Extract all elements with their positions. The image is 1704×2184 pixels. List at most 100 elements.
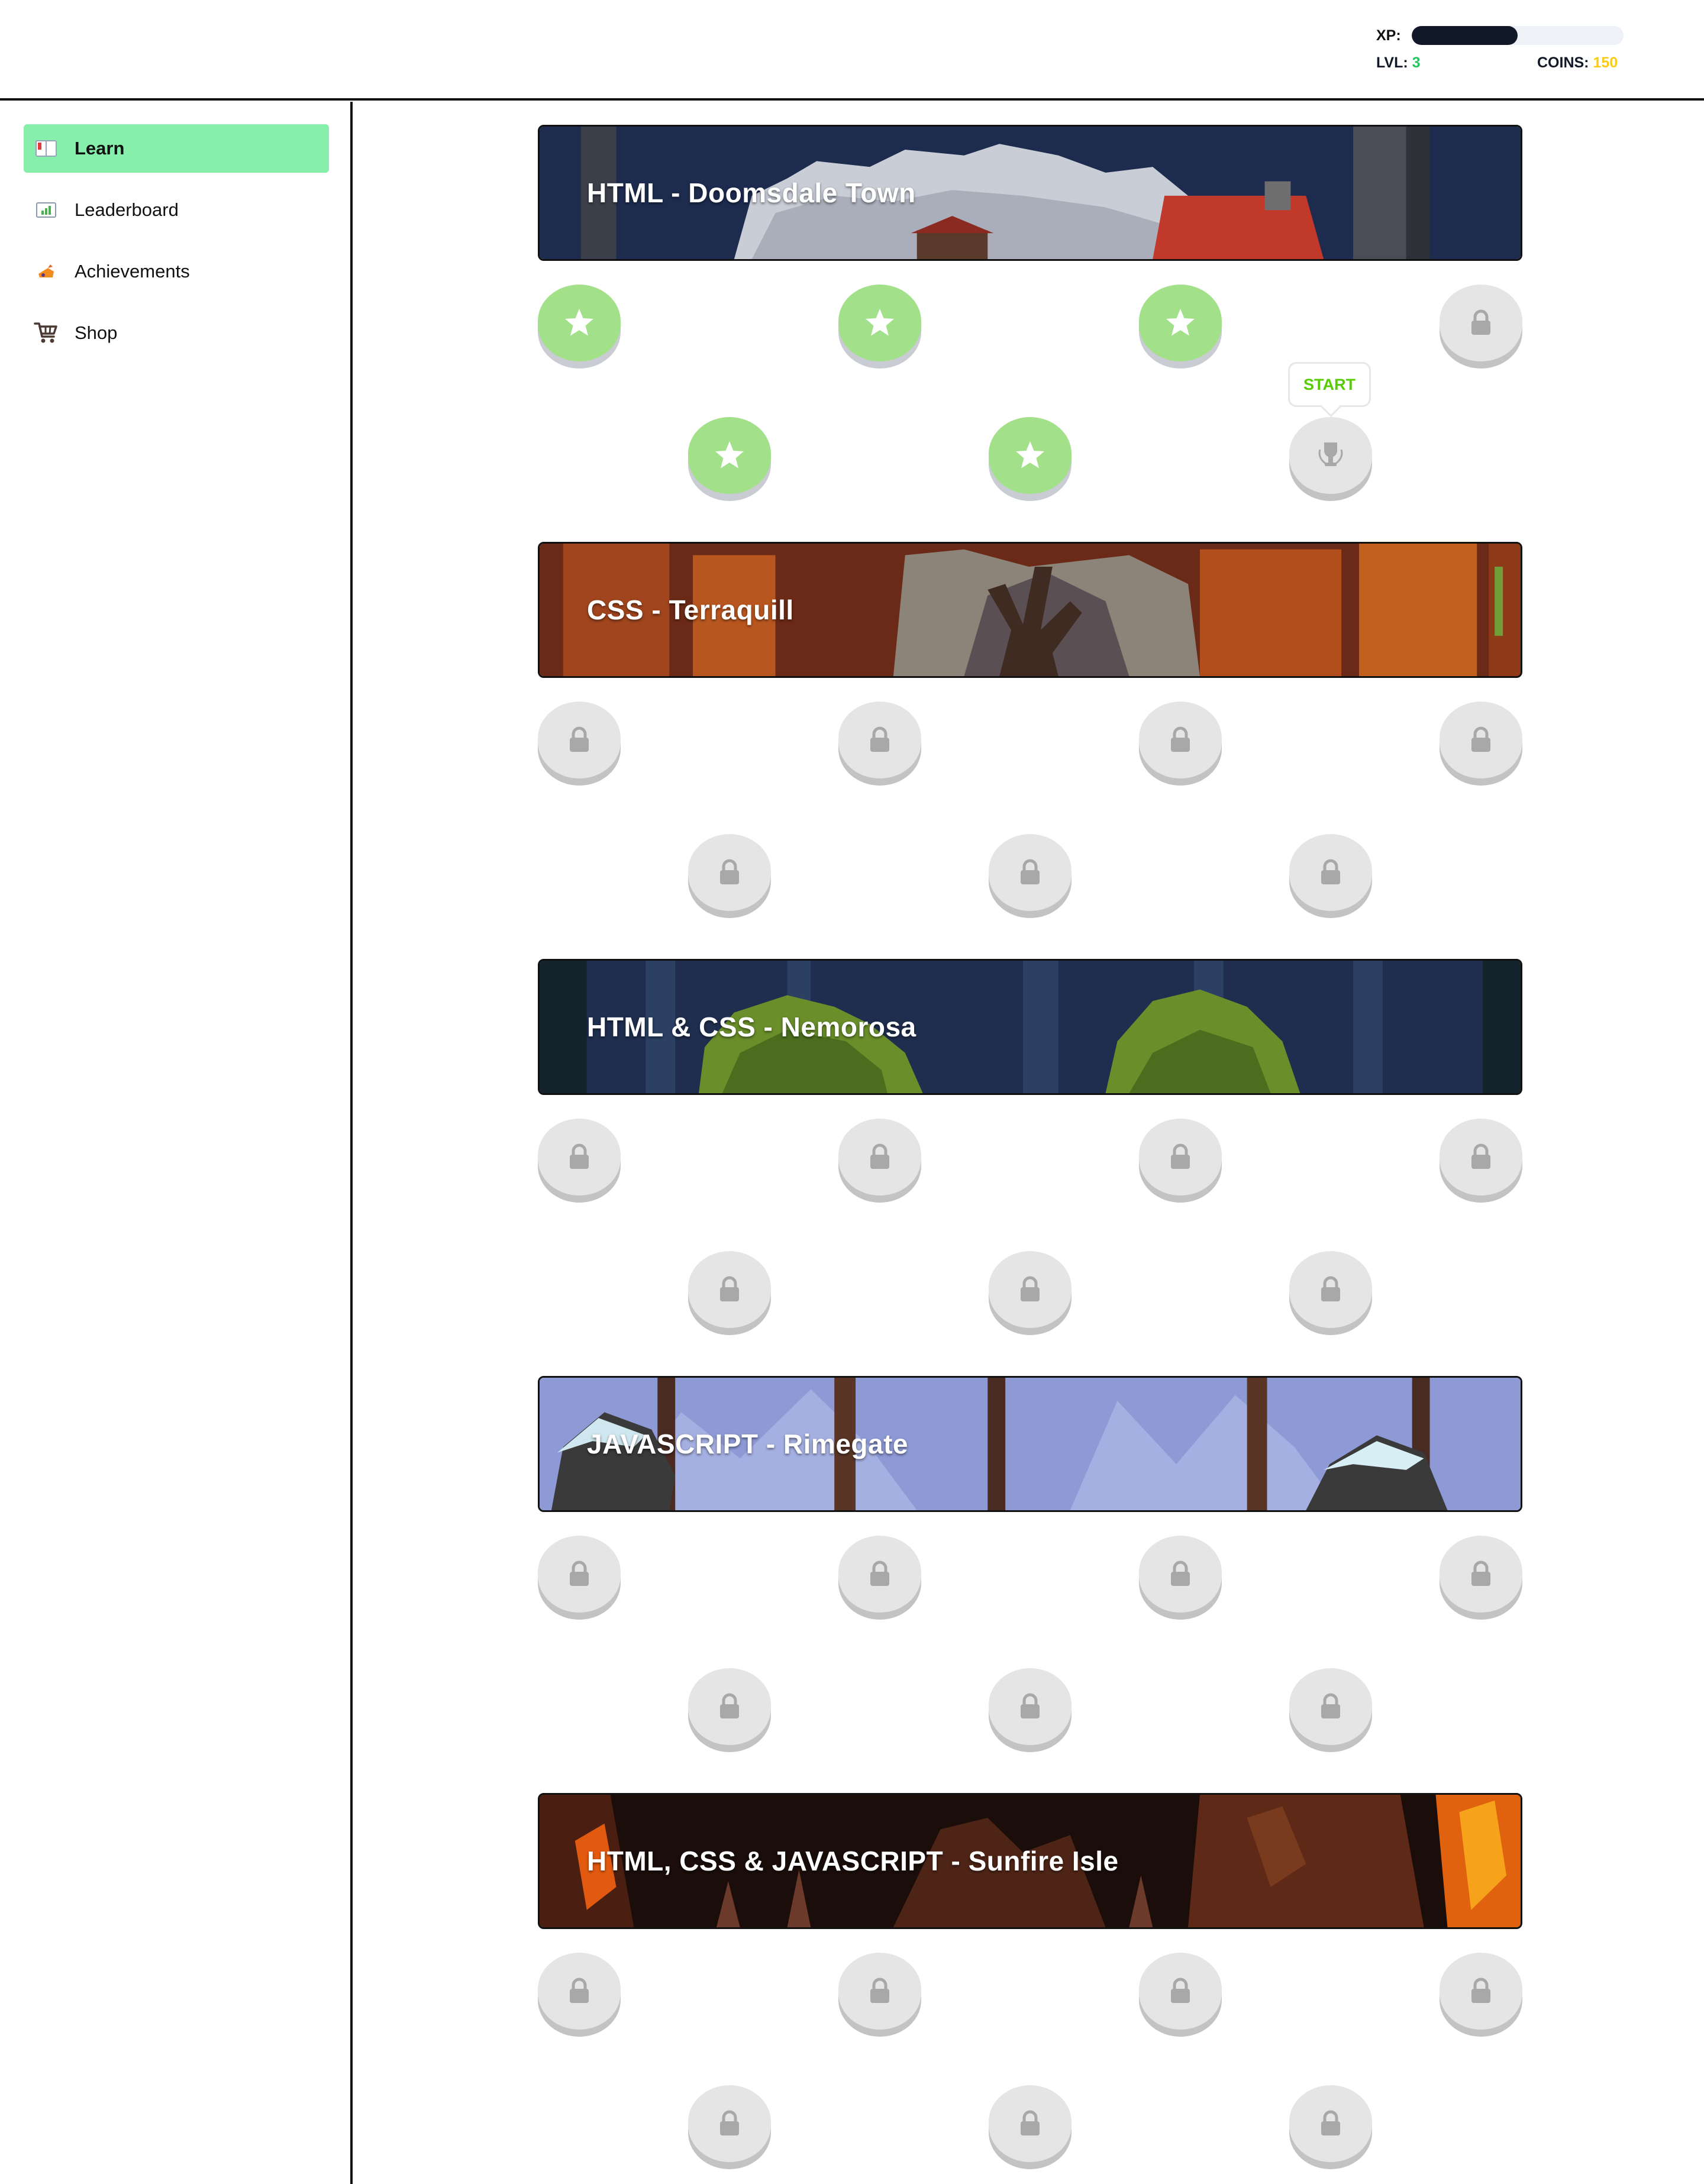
level-button-locked[interactable] — [989, 2085, 1072, 2162]
level-button-done[interactable] — [838, 285, 921, 361]
lock-icon — [712, 1689, 747, 1724]
level-button-locked[interactable] — [538, 1953, 621, 2030]
lock-icon — [862, 722, 898, 758]
level-button-locked[interactable] — [1139, 1119, 1222, 1196]
sidebar-item-shop[interactable]: Shop — [24, 309, 329, 357]
sidebar-item-label: Achievements — [75, 261, 190, 282]
level-button-locked[interactable] — [1440, 702, 1522, 778]
level-button-locked[interactable] — [1139, 1536, 1222, 1613]
section-title: CSS - Terraquill — [587, 595, 794, 625]
level-button-locked[interactable] — [688, 1668, 771, 1745]
level-button-locked[interactable] — [989, 834, 1072, 911]
level-button-locked[interactable] — [989, 1668, 1072, 1745]
sidebar-item-label: Learn — [75, 138, 125, 159]
lock-icon — [1163, 1973, 1198, 2009]
level-button-done[interactable] — [688, 417, 771, 494]
lock-icon — [1012, 1689, 1048, 1724]
section-banner-doomsdale-town: HTML - Doomsdale Town — [538, 125, 1522, 261]
level-button-done[interactable] — [989, 417, 1072, 494]
star-icon — [712, 438, 747, 473]
star-icon — [1012, 438, 1048, 473]
level-button-locked[interactable] — [1440, 1953, 1522, 2030]
level-button-locked[interactable] — [1289, 1251, 1372, 1328]
level-button-locked[interactable] — [538, 702, 621, 778]
chart-icon — [33, 197, 59, 223]
level-button-locked[interactable] — [1440, 1119, 1522, 1196]
lock-icon — [1163, 1139, 1198, 1175]
section-title: HTML - Doomsdale Town — [587, 177, 916, 208]
level-button-locked[interactable] — [688, 2085, 771, 2162]
xp-label: XP: — [1376, 27, 1401, 44]
level-button-locked[interactable] — [1139, 702, 1222, 778]
lock-icon — [1313, 1689, 1348, 1724]
lock-icon — [1463, 722, 1499, 758]
lock-icon — [1313, 855, 1348, 890]
lock-icon — [1463, 305, 1499, 341]
lock-icon — [862, 1973, 898, 2009]
level-button-locked[interactable] — [688, 834, 771, 911]
sidebar-item-leaderboard[interactable]: Leaderboard — [24, 186, 329, 234]
star-icon — [561, 305, 597, 341]
level-button-locked[interactable] — [1139, 1953, 1222, 2030]
level-button-locked[interactable] — [538, 1536, 621, 1613]
coins-label: COINS: — [1537, 54, 1589, 71]
section-banner-nemorosa: HTML & CSS - Nemorosa — [538, 959, 1522, 1095]
level-button-locked[interactable] — [1289, 834, 1372, 911]
lock-icon — [1012, 855, 1048, 890]
level-display: LVL: 3 — [1376, 54, 1421, 72]
xp-progress-fill — [1412, 26, 1518, 45]
level-button-locked[interactable] — [838, 1119, 921, 1196]
level-button-locked[interactable] — [1440, 285, 1522, 361]
start-tooltip[interactable]: START — [1288, 362, 1371, 407]
section-banner-terraquill: CSS - Terraquill — [538, 542, 1522, 678]
sidebar-item-achievements[interactable]: Achievements — [24, 247, 329, 296]
lock-icon — [1313, 1272, 1348, 1307]
level-label: LVL: — [1376, 54, 1408, 71]
trophy-icon — [33, 259, 59, 285]
lock-icon — [561, 1139, 597, 1175]
sidebar-item-label: Shop — [75, 322, 118, 343]
lock-icon — [561, 1556, 597, 1592]
sidebar-item-label: Leaderboard — [75, 199, 179, 220]
sidebar-item-learn[interactable]: Learn — [24, 124, 329, 173]
level-value: 3 — [1412, 54, 1421, 71]
level-button-locked[interactable] — [688, 1251, 771, 1328]
lock-icon — [712, 855, 747, 890]
lock-icon — [1463, 1139, 1499, 1175]
section-banner-rimegate: JAVASCRIPT - Rimegate — [538, 1376, 1522, 1512]
lock-icon — [1463, 1973, 1499, 2009]
lock-icon — [862, 1556, 898, 1592]
lock-icon — [1012, 1272, 1048, 1307]
sidebar: Learn Leaderboard Achievements Shop — [0, 102, 353, 2184]
star-icon — [862, 305, 898, 341]
lock-icon — [561, 1973, 597, 2009]
lock-icon — [1163, 722, 1198, 758]
level-button-locked[interactable] — [838, 702, 921, 778]
lock-icon — [1163, 1556, 1198, 1592]
level-button-locked[interactable] — [1289, 2085, 1372, 2162]
lock-icon — [1463, 1556, 1499, 1592]
section-title: JAVASCRIPT - Rimegate — [587, 1429, 909, 1459]
level-button-done[interactable] — [538, 285, 621, 361]
level-button-locked[interactable] — [1289, 1668, 1372, 1745]
level-button-locked[interactable] — [838, 1953, 921, 2030]
coins-value: 150 — [1593, 54, 1618, 71]
lock-icon — [862, 1139, 898, 1175]
star-icon — [1163, 305, 1198, 341]
lock-icon — [712, 1272, 747, 1307]
top-bar: XP: LVL: 3 COINS: 150 — [0, 0, 1704, 101]
section-banner-sunfire-isle: HTML, CSS & JAVASCRIPT - Sunfire Isle — [538, 1793, 1522, 1929]
lock-icon — [1012, 2106, 1048, 2141]
trophy-icon — [1313, 438, 1348, 473]
level-button-done[interactable] — [1139, 285, 1222, 361]
level-button-locked[interactable] — [838, 1536, 921, 1613]
section-title: HTML, CSS & JAVASCRIPT - Sunfire Isle — [587, 1846, 1119, 1876]
level-button-locked[interactable] — [1440, 1536, 1522, 1613]
level-button-locked[interactable] — [538, 1119, 621, 1196]
lock-icon — [712, 2106, 747, 2141]
level-button-trophy[interactable] — [1289, 417, 1372, 494]
section-title: HTML & CSS - Nemorosa — [587, 1012, 916, 1042]
level-button-locked[interactable] — [989, 1251, 1072, 1328]
coins-display: COINS: 150 — [1537, 54, 1618, 72]
cart-icon — [33, 320, 59, 346]
